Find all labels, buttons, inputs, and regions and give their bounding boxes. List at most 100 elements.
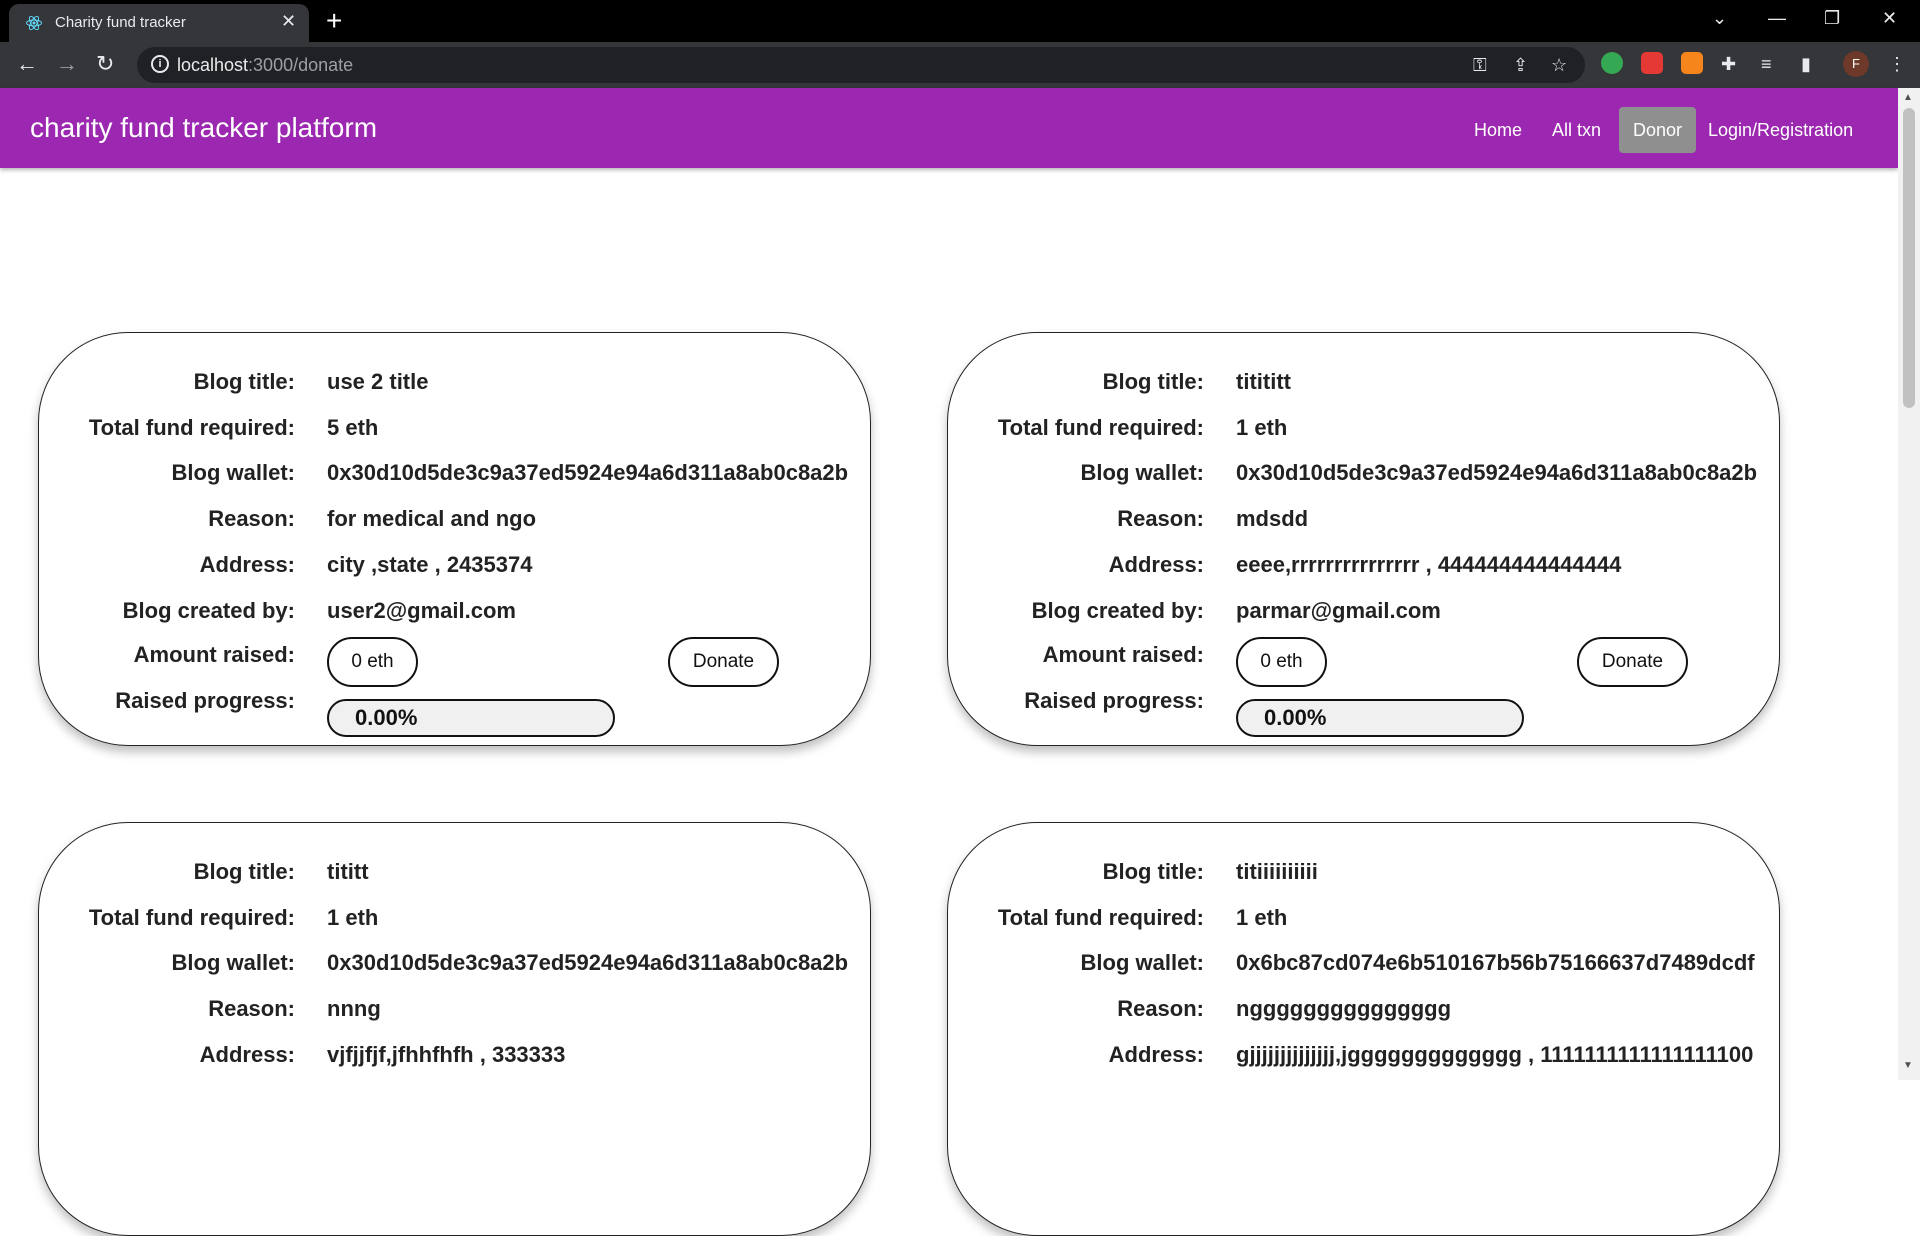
browser-tab[interactable]: Charity fund tracker ✕ xyxy=(9,4,309,42)
extension-red-icon[interactable] xyxy=(1641,52,1663,74)
wallet-value: 0x30d10d5de3c9a37ed5924e94a6d311a8ab0c8a… xyxy=(327,460,849,485)
donate-button[interactable]: Donate xyxy=(1577,637,1688,687)
fund-value: 5 eth xyxy=(327,415,379,440)
address-value: eeee,rrrrrrrrrrrrrrr , 444444444444444 xyxy=(1236,552,1622,577)
reason-row: Reason: for medical and ngo xyxy=(39,506,872,536)
restore-icon[interactable]: ❐ xyxy=(1824,8,1840,28)
address-row: Address: eeee,rrrrrrrrrrrrrrr , 444444444… xyxy=(948,552,1781,582)
address-row: Address: gjjjjjjjjjjjjjj,jggggggggggggg ,… xyxy=(948,1042,1781,1072)
wallet-label: Blog wallet: xyxy=(171,950,295,975)
wallet-value: 0x30d10d5de3c9a37ed5924e94a6d311a8ab0c8a… xyxy=(327,950,849,975)
created-value: parmar@gmail.com xyxy=(1236,598,1441,623)
address-row: Address: vjfjjfjf,jfhhfhfh , 333333 xyxy=(39,1042,872,1072)
fund-value: 1 eth xyxy=(1236,905,1288,930)
reason-value: mdsdd xyxy=(1236,506,1309,531)
amount-raised-badge: 0 eth xyxy=(327,637,418,687)
donate-button[interactable]: Donate xyxy=(668,637,779,687)
fund-row: Total fund required: 5 eth xyxy=(39,415,872,445)
new-tab-icon[interactable]: + xyxy=(326,6,342,36)
wallet-label: Blog wallet: xyxy=(1080,460,1204,485)
reason-value: nnng xyxy=(327,996,381,1021)
raised-label: Amount raised: xyxy=(1042,642,1204,667)
created-row: Blog created by: parmar@gmail.com xyxy=(948,598,1781,628)
browser-tab-strip: Charity fund tracker ✕ + ⌄ — ❐ ✕ xyxy=(0,0,1920,42)
title-value: titititt xyxy=(1236,369,1291,394)
fund-row: Total fund required: 1 eth xyxy=(948,905,1781,935)
wallet-value: 0x30d10d5de3c9a37ed5924e94a6d311a8ab0c8a… xyxy=(1236,460,1758,485)
nav-all-txn[interactable]: All txn xyxy=(1538,107,1615,153)
tab-search-icon[interactable]: ⌄ xyxy=(1712,8,1727,28)
fund-row: Total fund required: 1 eth xyxy=(39,905,872,935)
wallet-value: 0x6bc87cd074e6b510167b56b75166637d7489dc… xyxy=(1236,950,1755,975)
share-icon[interactable]: ⇪ xyxy=(1513,55,1528,75)
site-info-icon[interactable]: i xyxy=(151,55,169,73)
amount-raised-badge: 0 eth xyxy=(1236,637,1327,687)
address-bar[interactable]: i localhost:3000/donate ⚿ ⇪ ☆ xyxy=(137,47,1585,83)
address-value: gjjjjjjjjjjjjjj,jggggggggggggg , 1111111… xyxy=(1236,1042,1754,1067)
key-icon[interactable]: ⚿ xyxy=(1473,55,1487,75)
scroll-thumb[interactable] xyxy=(1903,108,1915,408)
reason-label: Reason: xyxy=(1117,996,1204,1021)
created-row: Blog created by: user2@gmail.com xyxy=(39,598,872,628)
raised-label: Amount raised: xyxy=(133,642,295,667)
reason-row: Reason: nnng xyxy=(39,996,872,1026)
tab-close-icon[interactable]: ✕ xyxy=(281,11,296,31)
brand-title: charity fund tracker platform xyxy=(30,112,378,143)
wallet-row: Blog wallet: 0x6bc87cd074e6b510167b56b751… xyxy=(948,950,1781,980)
address-value: vjfjjfjf,jfhhfhfh , 333333 xyxy=(327,1042,566,1067)
progress-value: 0.00% xyxy=(355,705,418,730)
react-icon xyxy=(26,15,42,31)
reason-label: Reason: xyxy=(208,996,295,1021)
url-host: localhost xyxy=(177,55,249,75)
window-close-icon[interactable]: ✕ xyxy=(1882,8,1897,28)
url-text: localhost:3000/donate xyxy=(177,55,353,76)
reading-list-icon[interactable]: ≡ xyxy=(1761,54,1772,74)
campaign-card: Blog title: use 2 title Total fund requir… xyxy=(38,332,871,746)
title-row: Blog title: titiiiiiiiiii xyxy=(948,859,1781,889)
title-value: tititt xyxy=(327,859,369,884)
address-label: Address: xyxy=(1108,552,1204,577)
wallet-row: Blog wallet: 0x30d10d5de3c9a37ed5924e94a6… xyxy=(39,950,872,980)
wallet-row: Blog wallet: 0x30d10d5de3c9a37ed5924e94a6… xyxy=(39,460,872,490)
app-header: charity fund tracker platform Home All t… xyxy=(0,88,1898,168)
title-row: Blog title: tititt xyxy=(39,859,872,889)
nav-home[interactable]: Home xyxy=(1460,107,1536,153)
title-row: Blog title: use 2 title xyxy=(39,369,872,399)
fund-label: Total fund required: xyxy=(997,905,1204,930)
fund-label: Total fund required: xyxy=(88,415,295,440)
extension-green-icon[interactable] xyxy=(1601,52,1623,74)
title-label: Blog title: xyxy=(1102,859,1204,884)
progress-label: Raised progress: xyxy=(1024,688,1204,713)
page-scrollbar[interactable]: ▲ ▼ xyxy=(1898,88,1920,1080)
nav-donor[interactable]: Donor xyxy=(1619,107,1697,153)
browser-menu-icon[interactable]: ⋮ xyxy=(1888,54,1906,74)
side-panel-icon[interactable]: ▮ xyxy=(1801,54,1811,74)
url-path: :3000/donate xyxy=(248,55,354,75)
title-row: Blog title: titititt xyxy=(948,369,1781,399)
profile-avatar[interactable]: F xyxy=(1843,51,1869,77)
wallet-row: Blog wallet: 0x30d10d5de3c9a37ed5924e94a6… xyxy=(948,460,1781,490)
forward-icon[interactable]: → xyxy=(56,52,78,76)
extensions-puzzle-icon[interactable]: ✚ xyxy=(1721,54,1736,74)
title-value: titiiiiiiiiii xyxy=(1236,859,1318,884)
reason-label: Reason: xyxy=(208,506,295,531)
fund-label: Total fund required: xyxy=(88,905,295,930)
bookmark-star-icon[interactable]: ☆ xyxy=(1551,55,1567,75)
title-label: Blog title: xyxy=(1102,369,1204,394)
reason-label: Reason: xyxy=(1117,506,1204,531)
scroll-up-icon[interactable]: ▲ xyxy=(1903,92,1913,103)
title-value: use 2 title xyxy=(327,369,429,394)
wallet-label: Blog wallet: xyxy=(1080,950,1204,975)
fund-value: 1 eth xyxy=(327,905,379,930)
nav-login-registration[interactable]: Login/Registration xyxy=(1694,107,1867,153)
created-label: Blog created by: xyxy=(122,598,295,623)
reason-row: Reason: mdsdd xyxy=(948,506,1781,536)
title-label: Blog title: xyxy=(193,859,295,884)
reload-icon[interactable]: ↻ xyxy=(96,52,114,76)
scroll-down-icon[interactable]: ▼ xyxy=(1903,1060,1913,1071)
raised-progress-bar: 0.00% xyxy=(327,699,615,737)
campaign-card: Blog title: titititt Total fund required:… xyxy=(947,332,1780,746)
back-icon[interactable]: ← xyxy=(16,52,38,76)
metamask-fox-icon[interactable] xyxy=(1681,52,1703,74)
minimize-icon[interactable]: — xyxy=(1768,8,1786,28)
